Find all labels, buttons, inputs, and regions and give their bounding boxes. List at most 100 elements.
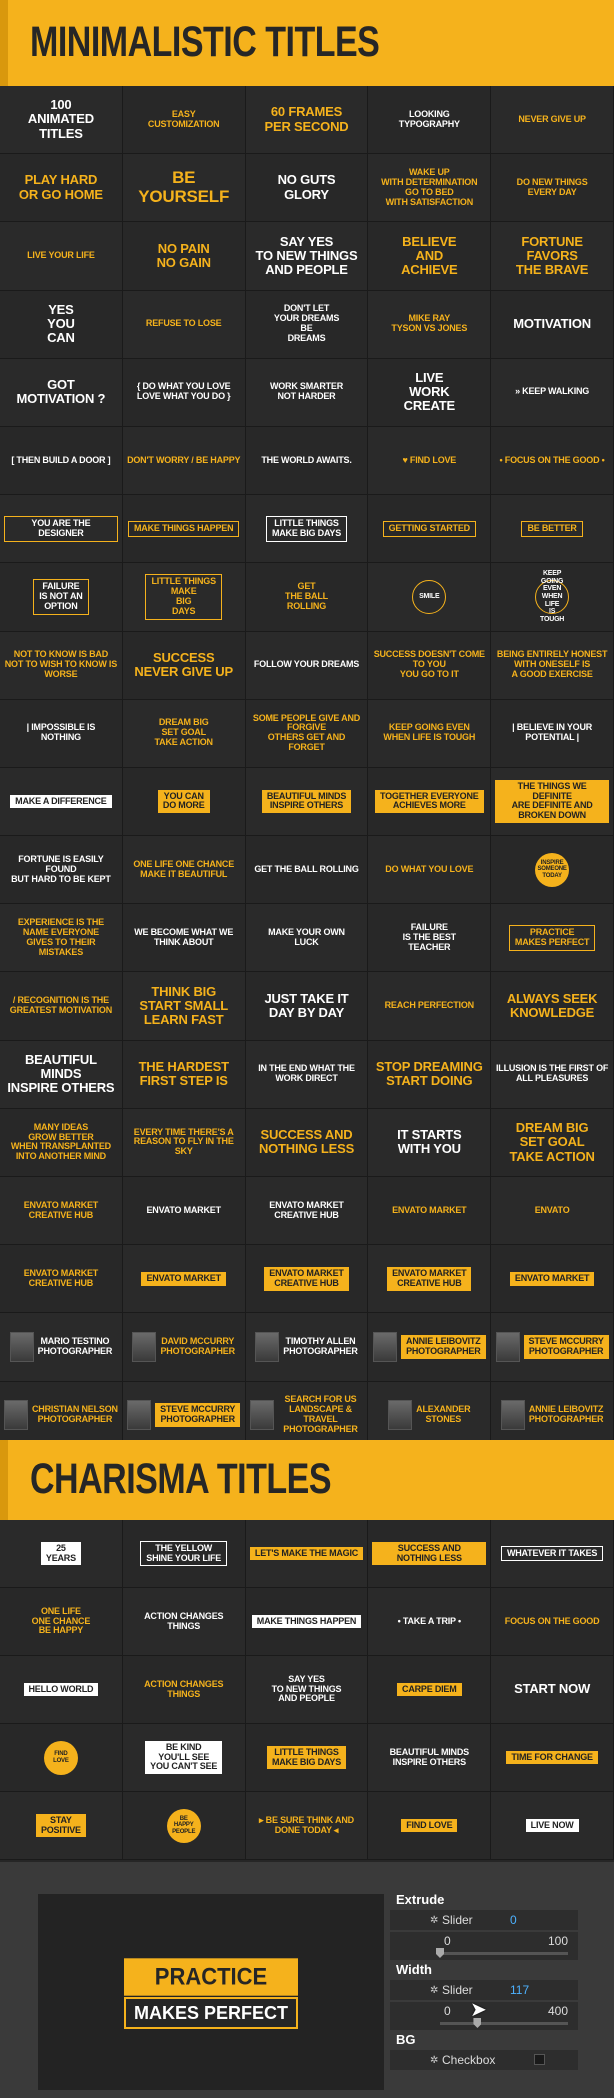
bg-checkbox-row[interactable]: ✲ Checkbox [390,2050,578,2070]
minimal-title-tile[interactable]: DREAM BIG SET GOAL TAKE ACTION [491,1108,614,1177]
charisma-title-tile[interactable]: • TAKE A TRIP • [368,1588,492,1656]
minimal-title-tile[interactable]: THE HARDEST FIRST STEP IS [122,1040,246,1109]
charisma-title-tile[interactable]: BE KIND YOU'LL SEE YOU CAN'T SEE [122,1724,246,1792]
minimal-title-tile[interactable]: BEAUTIFUL MINDS INSPIRE OTHERS [0,1040,123,1109]
minimal-title-tile[interactable]: FOLLOW YOUR DREAMS [245,631,369,700]
minimal-title-tile[interactable]: SUCCESS NEVER GIVE UP [122,631,246,700]
minimal-title-tile[interactable]: DO WHAT YOU LOVE [368,836,492,905]
minimal-title-tile[interactable]: ENVATO MARKET CREATIVE HUB [0,1177,123,1246]
charisma-title-tile[interactable]: WHATEVER IT TAKES [491,1520,614,1588]
minimal-title-tile[interactable]: MIKE RAY TYSON VS JONES [368,290,492,359]
charisma-title-tile[interactable]: BEAUTIFUL MINDS INSPIRE OTHERS [368,1724,492,1792]
minimal-title-tile[interactable]: REFUSE TO LOSE [122,290,246,359]
minimal-title-tile[interactable]: ENVATO MARKET CREATIVE HUB [368,1245,492,1314]
minimal-title-tile[interactable]: TIMOTHY ALLEN PHOTOGRAPHER [245,1313,369,1382]
minimal-title-tile[interactable]: MANY IDEAS GROW BETTER WHEN TRANSPLANTED… [0,1108,123,1177]
minimal-title-tile[interactable]: FORTUNE FAVORS THE BRAVE [491,222,614,291]
gear-icon[interactable]: ✲ [430,2055,438,2066]
minimal-title-tile[interactable]: ONE LIFE ONE CHANCE MAKE IT BEAUTIFUL [122,836,246,905]
charisma-title-tile[interactable]: LIVE NOW [491,1792,614,1860]
minimal-title-tile[interactable]: GETTING STARTED [368,495,492,564]
minimal-title-tile[interactable]: ♥ FIND LOVE [368,426,492,496]
charisma-title-tile[interactable]: CARPE DIEM [368,1656,492,1724]
charisma-title-tile[interactable]: START NOW [491,1656,614,1724]
minimal-title-tile[interactable]: MOTIVATION [491,290,614,359]
minimal-title-tile[interactable]: KEEP GOING EVEN WHEN LIFE IS TOUGH [491,563,614,632]
minimal-title-tile[interactable]: YOU CAN DO MORE [122,767,246,837]
minimal-title-tile[interactable]: FORTUNE IS EASILY FOUND BUT HARD TO BE K… [0,836,123,905]
minimal-title-tile[interactable]: MAKE YOUR OWN LUCK [245,904,369,973]
minimal-title-tile[interactable]: PLAY HARD OR GO HOME [0,154,123,223]
charisma-title-tile[interactable]: BE HAPPY PEOPLE [122,1792,246,1860]
minimal-title-tile[interactable]: SAY YES TO NEW THINGS AND PEOPLE [245,222,369,291]
minimal-title-tile[interactable]: ALWAYS SEEK KNOWLEDGE [491,972,614,1041]
minimal-title-tile[interactable]: FAILURE IS NOT AN OPTION [0,563,123,632]
minimal-title-tile[interactable]: • FOCUS ON THE GOOD • [491,426,614,496]
minimal-title-tile[interactable]: KEEP GOING EVEN WHEN LIFE IS TOUGH [368,699,492,768]
minimal-title-tile[interactable]: ENVATO [491,1177,614,1246]
minimal-title-tile[interactable]: STOP DREAMING START DOING [368,1040,492,1109]
minimal-title-tile[interactable]: ENVATO MARKET [368,1177,492,1246]
minimal-title-tile[interactable]: EVERY TIME THERE'S A REASON TO FLY IN TH… [122,1108,246,1177]
minimal-title-tile[interactable]: THE THINGS WE DEFINITE ARE DEFINITE AND … [491,767,614,837]
minimal-title-tile[interactable]: MAKE THINGS HAPPEN [122,495,246,564]
minimal-title-tile[interactable]: ENVATO MARKET [491,1245,614,1314]
minimal-title-tile[interactable]: WAKE UP WITH DETERMINATION GO TO BED WIT… [368,154,492,223]
minimal-title-tile[interactable]: EXPERIENCE IS THE NAME EVERYONE GIVES TO… [0,904,123,973]
minimal-title-tile[interactable]: BELIEVE AND ACHIEVE [368,222,492,291]
minimal-title-tile[interactable]: THE WORLD AWAITS. [245,426,369,496]
minimal-title-tile[interactable]: NOT TO KNOW IS BAD NOT TO WISH TO KNOW I… [0,631,123,700]
minimal-title-tile[interactable]: BEING ENTIRELY HONEST WITH ONESELF IS A … [491,631,614,700]
minimal-title-tile[interactable]: EASY CUSTOMIZATION [122,86,246,155]
charisma-title-tile[interactable]: TIME FOR CHANGE [491,1724,614,1792]
minimal-title-tile[interactable]: TOGETHER EVERYONE ACHIEVES MORE [368,767,492,837]
charisma-title-tile[interactable]: FOCUS ON THE GOOD [491,1588,614,1656]
minimal-title-tile[interactable]: ENVATO MARKET CREATIVE HUB [245,1245,369,1314]
charisma-title-tile[interactable]: ACTION CHANGES THINGS [122,1656,246,1724]
gear-icon[interactable]: ✲ [430,1915,438,1926]
extrude-slider-handle[interactable] [436,1948,444,1958]
minimal-title-tile[interactable]: ENVATO MARKET CREATIVE HUB [0,1245,123,1314]
minimal-title-tile[interactable]: JUST TAKE IT DAY BY DAY [245,972,369,1041]
extrude-range[interactable]: 0 100 [390,1932,578,1960]
minimal-title-tile[interactable]: SUCCESS AND NOTHING LESS [245,1108,369,1177]
minimal-title-tile[interactable]: NEVER GIVE UP [491,86,614,155]
charisma-title-tile[interactable]: ▸ BE SURE THINK AND DONE TODAY ◂ [245,1792,369,1860]
minimal-title-tile[interactable]: STEVE MCCURRY PHOTOGRAPHER [491,1313,614,1382]
minimal-title-tile[interactable]: NO GUTS GLORY [245,154,369,223]
minimal-title-tile[interactable]: DO NEW THINGS EVERY DAY [491,154,614,223]
minimal-title-tile[interactable]: 100 ANIMATED TITLES [0,86,123,155]
minimal-title-tile[interactable]: LITTLE THINGS MAKE BIG DAYS [122,563,246,632]
minimal-title-tile[interactable]: SMILE [368,563,492,632]
minimal-title-tile[interactable]: MAKE A DIFFERENCE [0,767,123,837]
minimal-title-tile[interactable]: | IMPOSSIBLE IS NOTHING [0,699,123,768]
charisma-title-tile[interactable]: LITTLE THINGS MAKE BIG DAYS [245,1724,369,1792]
charisma-title-tile[interactable]: ONE LIFE ONE CHANCE BE HAPPY [0,1588,123,1656]
charisma-title-tile[interactable]: LET'S MAKE THE MAGIC [245,1520,369,1588]
minimal-title-tile[interactable]: PRACTICE MAKES PERFECT [491,904,614,973]
minimal-title-tile[interactable]: INSPIRE SOMEONE TODAY [491,836,614,905]
minimal-title-tile[interactable]: LITTLE THINGS MAKE BIG DAYS [245,495,369,564]
minimal-title-tile[interactable]: ENVATO MARKET CREATIVE HUB [245,1177,369,1246]
minimal-title-tile[interactable]: NO PAIN NO GAIN [122,222,246,291]
minimal-title-tile[interactable]: YOU ARE THE DESIGNER [0,495,123,564]
minimal-title-tile[interactable]: LIVE WORK CREATE [368,358,492,427]
minimal-title-tile[interactable]: GOT MOTIVATION ? [0,358,123,427]
minimal-title-tile[interactable]: ILLUSION IS THE FIRST OF ALL PLEASURES [491,1040,614,1109]
gear-icon[interactable]: ✲ [430,1985,438,1996]
minimal-title-tile[interactable]: DON'T WORRY / BE HAPPY [122,426,246,496]
charisma-title-tile[interactable]: SUCCESS AND NOTHING LESS [368,1520,492,1588]
minimal-title-tile[interactable]: SOME PEOPLE GIVE AND FORGIVE OTHERS GET … [245,699,369,768]
minimal-title-tile[interactable]: ENVATO MARKET [122,1177,246,1246]
charisma-title-tile[interactable]: ACTION CHANGES THINGS [122,1588,246,1656]
minimal-title-tile[interactable]: BEAUTIFUL MINDS INSPIRE OTHERS [245,767,369,837]
minimal-title-tile[interactable]: 60 FRAMES PER SECOND [245,86,369,155]
minimal-title-tile[interactable]: » KEEP WALKING [491,358,614,427]
minimal-title-tile[interactable]: MARIO TESTINO PHOTOGRAPHER [0,1313,123,1382]
charisma-title-tile[interactable]: MAKE THINGS HAPPEN [245,1588,369,1656]
minimal-title-tile[interactable]: GET THE BALL ROLLING [245,836,369,905]
minimal-title-tile[interactable]: | BELIEVE IN YOUR POTENTIAL | [491,699,614,768]
minimal-title-tile[interactable]: LOOKING TYPOGRAPHY [368,86,492,155]
width-slider-track[interactable] [440,2018,568,2028]
minimal-title-tile[interactable]: THINK BIG START SMALL LEARN FAST [122,972,246,1041]
